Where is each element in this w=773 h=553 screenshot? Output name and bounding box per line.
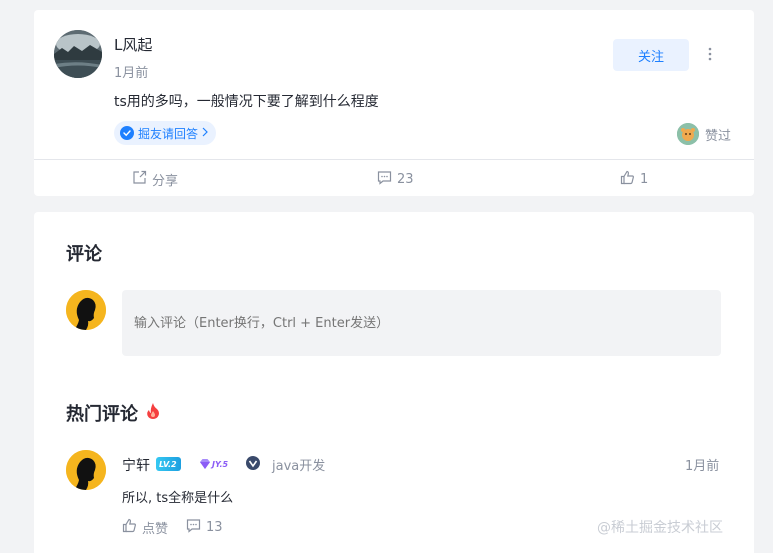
comment-icon: [186, 518, 201, 537]
watermark: @稀土掘金技术社区: [597, 520, 723, 536]
level-badge-label: LV.2: [159, 459, 177, 469]
invite-label: 掘友请回答: [138, 126, 199, 141]
comment-reply-button[interactable]: 13: [186, 518, 223, 537]
comment-count: 23: [397, 172, 414, 187]
commenter-name[interactable]: 宁轩: [122, 455, 150, 475]
like-button[interactable]: 1: [620, 170, 648, 189]
liked-by[interactable]: 赞过: [677, 123, 731, 145]
post-time: 1月前: [114, 66, 149, 81]
jy-badge[interactable]: JY.5: [196, 457, 232, 471]
comment-icon: [377, 170, 392, 189]
comment-section-title: 评论: [66, 244, 102, 265]
liked-user-avatar: [677, 123, 699, 145]
thumb-up-icon: [620, 170, 635, 189]
jy-badge-label: JY.5: [212, 459, 229, 469]
gem-icon: [200, 459, 210, 469]
like-count: 1: [640, 172, 649, 187]
thumb-up-icon: [122, 518, 137, 537]
post-divider: [34, 159, 754, 160]
comment-text: 所以, ts全称是什么: [122, 491, 234, 506]
post-content: ts用的多吗，一般情况下要了解到什么程度: [114, 94, 379, 110]
comment-like-button[interactable]: 点赞: [122, 518, 168, 537]
more-vertical-icon[interactable]: [700, 44, 720, 64]
liked-label: 赞过: [705, 128, 732, 144]
share-button[interactable]: 分享: [132, 170, 178, 189]
comment-like-label: 点赞: [142, 522, 169, 537]
comment-input[interactable]: [122, 290, 721, 356]
share-icon: [132, 170, 147, 189]
comment-time: 1月前: [685, 459, 720, 474]
share-label: 分享: [152, 174, 179, 189]
author-name[interactable]: L风起: [114, 34, 152, 55]
commenter-avatar[interactable]: [66, 450, 106, 490]
current-user-avatar: [66, 290, 106, 330]
invite-icon: [120, 126, 134, 140]
comment-section: 评论 热门评论 宁轩 LV.2 JY.5 jav: [34, 212, 754, 553]
follow-button[interactable]: 关注: [613, 39, 689, 71]
level-badge[interactable]: LV.2: [156, 457, 181, 471]
author-avatar[interactable]: [54, 30, 102, 78]
comment-button[interactable]: 23: [377, 170, 414, 189]
comment-reply-count: 13: [206, 520, 223, 535]
commenter-job-title: java开发: [272, 459, 326, 474]
fire-icon: [145, 402, 161, 424]
invite-answer-button[interactable]: 掘友请回答: [114, 121, 217, 145]
hot-comments-title: 热门评论: [66, 404, 138, 425]
chevron-right-icon: [202, 126, 208, 140]
verify-icon[interactable]: [245, 455, 261, 471]
post-card: L风起 1月前 关注 ts用的多吗，一般情况下要了解到什么程度 掘友请回答 赞过…: [34, 10, 754, 196]
